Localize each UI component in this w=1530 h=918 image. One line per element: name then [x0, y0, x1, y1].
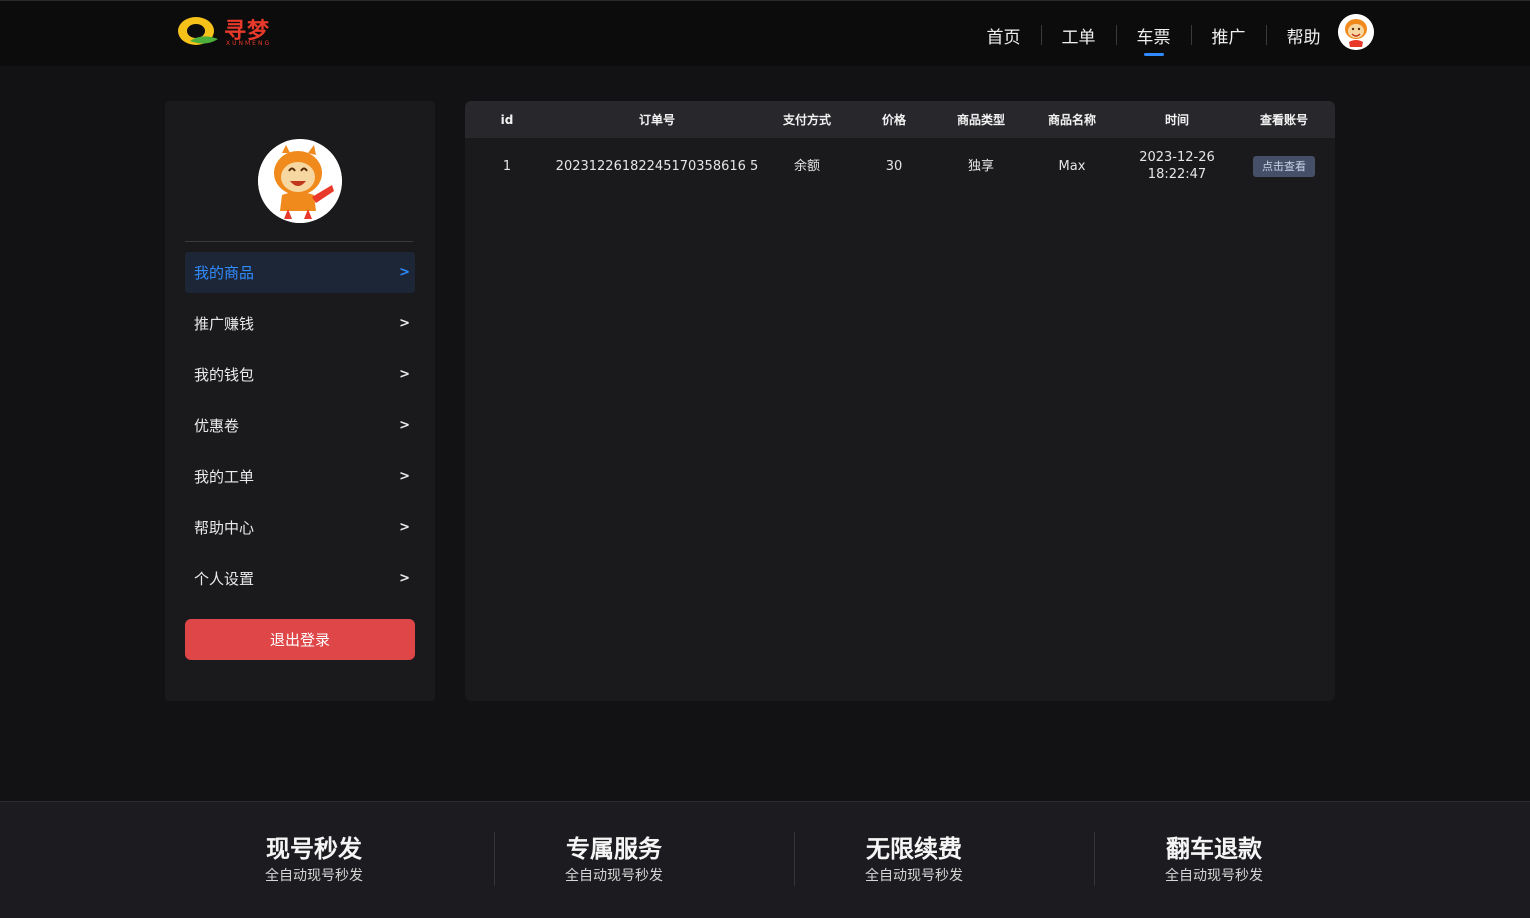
mascot-avatar-icon — [1338, 14, 1374, 50]
feature-dedicated-service: 专属服务 全自动现号秒发 — [464, 832, 764, 886]
chevron-right-icon: > — [399, 520, 410, 535]
column-header-time: 时间 — [1164, 113, 1189, 127]
orders-panel: id 订单号 支付方式 价格 商品类型 商品名称 时间 查看账号 1 20231… — [465, 101, 1335, 701]
user-avatar[interactable] — [1338, 14, 1374, 50]
chevron-right-icon: > — [399, 418, 410, 433]
sidebar-item-label: 帮助中心 — [194, 519, 255, 537]
main-nav: 首页 工单 车票 推广 帮助 — [966, 15, 1341, 56]
top-navbar: 寻梦 XUNMENG 首页 工单 车票 推广 帮助 — [0, 0, 1530, 66]
cell-pay-method: 余额 — [793, 158, 820, 174]
feature-title: 无限续费 — [866, 835, 962, 863]
cell-action: 点击查看 — [1233, 155, 1335, 177]
table-row: 1 20231226182245170358616 5 余额 30 独享 Max… — [465, 138, 1335, 194]
sidebar-item-settings[interactable]: 个人设置 > — [185, 558, 415, 599]
features-footer: 现号秒发 全自动现号秒发 专属服务 全自动现号秒发 无限续费 全自动现号秒发 翻… — [0, 801, 1530, 918]
feature-subtitle: 全自动现号秒发 — [865, 868, 963, 884]
cell-product-type: 独享 — [967, 158, 994, 174]
chevron-right-icon: > — [399, 367, 410, 382]
feature-subtitle: 全自动现号秒发 — [265, 868, 363, 884]
feature-title: 翻车退款 — [1166, 835, 1262, 863]
sidebar-menu: 我的商品 > 推广赚钱 > 我的钱包 > 优惠卷 > 我的工单 > 帮助中心 >… — [185, 252, 415, 609]
account-sidebar: 我的商品 > 推广赚钱 > 我的钱包 > 优惠卷 > 我的工单 > 帮助中心 >… — [165, 101, 435, 701]
feature-instant-delivery: 现号秒发 全自动现号秒发 — [164, 832, 464, 886]
column-header-price: 价格 — [881, 113, 906, 127]
cell-time-clock: 18:22:47 — [1147, 167, 1207, 182]
sidebar-item-label: 个人设置 — [194, 570, 255, 588]
logo-q-icon — [178, 17, 218, 45]
logout-button[interactable]: 退出登录 — [185, 619, 415, 660]
cell-id: 1 — [502, 158, 512, 174]
column-header-pay-method: 支付方式 — [782, 113, 831, 127]
column-header-id: id — [500, 112, 514, 127]
sidebar-item-my-tickets[interactable]: 我的工单 > — [185, 456, 415, 497]
cell-time-date: 2023-12-26 — [1139, 150, 1215, 165]
column-header-product-type: 商品类型 — [956, 113, 1005, 127]
feature-refund: 翻车退款 全自动现号秒发 — [1064, 832, 1364, 886]
sidebar-item-wallet[interactable]: 我的钱包 > — [185, 354, 415, 395]
cell-price: 30 — [885, 158, 903, 174]
chevron-right-icon: > — [399, 265, 410, 280]
sidebar-item-label: 推广赚钱 — [194, 315, 255, 333]
nav-tickets[interactable]: 工单 — [1041, 15, 1116, 55]
cell-order-no: 20231226182245170358616 5 — [555, 158, 759, 174]
sidebar-item-label: 优惠卷 — [194, 417, 240, 435]
feature-title: 现号秒发 — [266, 835, 362, 863]
nav-home[interactable]: 首页 — [966, 15, 1041, 55]
chevron-right-icon: > — [399, 571, 410, 586]
cell-time: 2023-12-26 18:22:47 — [1121, 149, 1233, 183]
sidebar-item-help-center[interactable]: 帮助中心 > — [185, 507, 415, 548]
feature-subtitle: 全自动现号秒发 — [565, 868, 663, 884]
column-header-order-no: 订单号 — [638, 113, 675, 127]
feature-title: 专属服务 — [566, 835, 662, 863]
column-header-product-name: 商品名称 — [1047, 113, 1096, 127]
table-header: id 订单号 支付方式 价格 商品类型 商品名称 时间 查看账号 — [465, 101, 1335, 138]
profile-avatar — [258, 139, 342, 223]
sidebar-item-label: 我的工单 — [194, 468, 255, 486]
nav-help[interactable]: 帮助 — [1266, 15, 1341, 55]
sidebar-divider — [185, 241, 413, 242]
mascot-profile-icon — [258, 139, 342, 223]
nav-car-ticket[interactable]: 车票 — [1116, 15, 1191, 56]
sidebar-item-label: 我的钱包 — [194, 366, 255, 384]
chevron-right-icon: > — [399, 469, 410, 484]
feature-unlimited-renewal: 无限续费 全自动现号秒发 — [764, 832, 1064, 886]
sidebar-item-promote-earn[interactable]: 推广赚钱 > — [185, 303, 415, 344]
sidebar-item-label: 我的商品 — [194, 264, 255, 282]
cell-product-name: Max — [1058, 158, 1086, 174]
brand-logo[interactable]: 寻梦 XUNMENG — [176, 13, 288, 51]
nav-promote[interactable]: 推广 — [1191, 15, 1266, 55]
view-account-button[interactable]: 点击查看 — [1253, 155, 1315, 177]
feature-subtitle: 全自动现号秒发 — [1165, 868, 1263, 884]
brand-subtitle: XUNMENG — [226, 40, 272, 47]
sidebar-item-coupons[interactable]: 优惠卷 > — [185, 405, 415, 446]
column-header-view-account: 查看账号 — [1259, 113, 1308, 127]
chevron-right-icon: > — [399, 316, 410, 331]
sidebar-item-my-products[interactable]: 我的商品 > — [185, 252, 415, 293]
